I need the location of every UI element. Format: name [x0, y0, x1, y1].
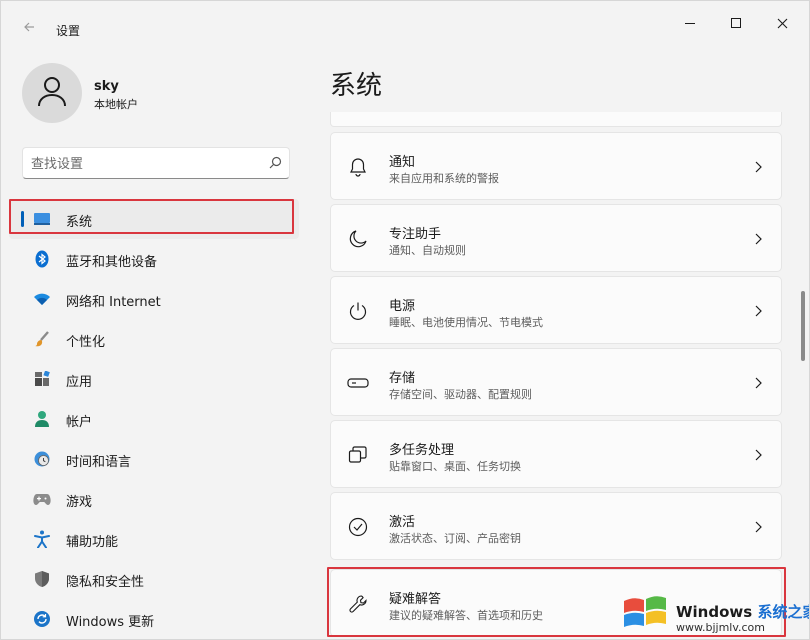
sidebar-item-label: 个性化: [66, 335, 106, 350]
check-circle-icon: [347, 516, 369, 538]
sidebar-item-system[interactable]: 系统: [9, 199, 299, 239]
chevron-right-icon: [751, 447, 765, 461]
card-description: 建议的疑难解答、首选项和历史: [389, 609, 543, 622]
card-title: 激活: [389, 515, 416, 530]
card-description: 睡眠、电池使用情况、节电模式: [389, 316, 543, 329]
card-description: 通知、自动规则: [389, 244, 466, 257]
power-icon: [347, 300, 369, 322]
page-title: 系统: [330, 71, 383, 101]
sidebar-item-accounts[interactable]: 帐户: [9, 399, 299, 439]
sidebar-item-time-language[interactable]: 时间和语言: [9, 439, 299, 479]
close-icon: [777, 14, 788, 33]
windows-logo-icon: [622, 591, 670, 639]
card-title: 多任务处理: [389, 443, 455, 458]
watermark-brand-en: Windows: [676, 603, 753, 621]
back-button[interactable]: [17, 17, 41, 41]
selection-indicator: [21, 211, 24, 227]
sidebar-item-accessibility[interactable]: 辅助功能: [9, 519, 299, 559]
card-description: 贴靠窗口、桌面、任务切换: [389, 460, 521, 473]
sidebar-item-label: 游戏: [66, 495, 93, 510]
gamepad-icon: [33, 490, 51, 508]
watermark-url: www.bjjmlv.com: [676, 621, 765, 634]
card-title: 疑难解答: [389, 592, 442, 607]
accessibility-icon: [33, 530, 51, 548]
close-button[interactable]: [759, 9, 805, 37]
sidebar-item-label: 帐户: [66, 415, 93, 430]
settings-card-partial: [330, 112, 782, 127]
bell-icon: [347, 156, 369, 178]
search-box[interactable]: [22, 147, 290, 179]
search-input[interactable]: [31, 154, 251, 174]
title-bar: 设置: [1, 1, 809, 45]
settings-card-activation[interactable]: 激活 激活状态、订阅、产品密钥: [330, 492, 782, 560]
search-icon[interactable]: [267, 155, 283, 171]
card-title: 通知: [389, 155, 416, 170]
settings-card-power[interactable]: 电源 睡眠、电池使用情况、节电模式: [330, 276, 782, 344]
chevron-right-icon: [751, 519, 765, 533]
settings-card-multitasking[interactable]: 多任务处理 贴靠窗口、桌面、任务切换: [330, 420, 782, 488]
sidebar-item-label: Windows 更新: [66, 615, 155, 630]
update-icon: [33, 610, 51, 628]
minimize-icon: [685, 22, 695, 24]
card-description: 激活状态、订阅、产品密钥: [389, 532, 521, 545]
settings-window: 设置 sky 本地帐户 系统: [0, 0, 810, 640]
settings-card-storage[interactable]: 存储 存储空间、驱动器、配置规则: [330, 348, 782, 416]
chevron-right-icon: [751, 159, 765, 173]
watermark: Windows 系统之家 www.bjjmlv.com: [618, 589, 809, 639]
brush-icon: [33, 330, 51, 348]
scrollbar-thumb[interactable]: [801, 291, 805, 361]
settings-card-notifications[interactable]: 通知 来自应用和系统的警报: [330, 132, 782, 200]
person-avatar-icon: [37, 75, 67, 111]
sidebar-item-apps[interactable]: 应用: [9, 359, 299, 399]
maximize-icon: [731, 18, 741, 28]
card-description: 来自应用和系统的警报: [389, 172, 499, 185]
wifi-icon: [33, 290, 51, 308]
sidebar-item-windows-update[interactable]: Windows 更新: [9, 599, 299, 639]
minimize-button[interactable]: [667, 9, 713, 37]
sidebar-item-label: 时间和语言: [66, 455, 132, 470]
sidebar-item-personalization[interactable]: 个性化: [9, 319, 299, 359]
sidebar-item-label: 辅助功能: [66, 535, 119, 550]
sidebar-item-label: 隐私和安全性: [66, 575, 145, 590]
sidebar-item-network[interactable]: 网络和 Internet: [9, 279, 299, 319]
sidebar-item-label: 蓝牙和其他设备: [66, 255, 158, 270]
sidebar-item-gaming[interactable]: 游戏: [9, 479, 299, 519]
chevron-right-icon: [751, 375, 765, 389]
card-title: 专注助手: [389, 227, 442, 242]
moon-icon: [347, 228, 369, 250]
back-arrow-icon: [23, 21, 35, 37]
chevron-right-icon: [751, 231, 765, 245]
card-title: 存储: [389, 371, 416, 386]
card-description: 存储空间、驱动器、配置规则: [389, 388, 532, 401]
account-type: 本地帐户: [94, 98, 138, 111]
shield-icon: [33, 570, 51, 588]
settings-card-focus-assist[interactable]: 专注助手 通知、自动规则: [330, 204, 782, 272]
bluetooth-icon: [33, 250, 51, 268]
apps-icon: [33, 370, 51, 388]
avatar[interactable]: [22, 63, 82, 123]
sidebar-item-privacy[interactable]: 隐私和安全性: [9, 559, 299, 599]
storage-icon: [347, 372, 369, 394]
chevron-right-icon: [751, 303, 765, 317]
card-title: 电源: [389, 299, 416, 314]
sidebar-nav: 系统 蓝牙和其他设备 网络和 Internet 个性化 应用 帐户 时间和语言 …: [9, 199, 299, 639]
person-icon: [33, 410, 51, 428]
user-name: sky: [94, 79, 119, 94]
maximize-button[interactable]: [713, 9, 759, 37]
wrench-icon: [347, 593, 369, 615]
multitask-icon: [347, 444, 369, 466]
sidebar-item-label: 应用: [66, 375, 93, 390]
clock-globe-icon: [33, 450, 51, 468]
app-title: 设置: [56, 24, 81, 38]
monitor-icon: [33, 210, 51, 228]
sidebar-item-label: 网络和 Internet: [66, 295, 161, 310]
sidebar-item-label: 系统: [66, 215, 93, 230]
watermark-brand-cn: 系统之家: [757, 603, 809, 621]
watermark-brand: Windows 系统之家: [676, 601, 809, 622]
sidebar-item-bluetooth[interactable]: 蓝牙和其他设备: [9, 239, 299, 279]
